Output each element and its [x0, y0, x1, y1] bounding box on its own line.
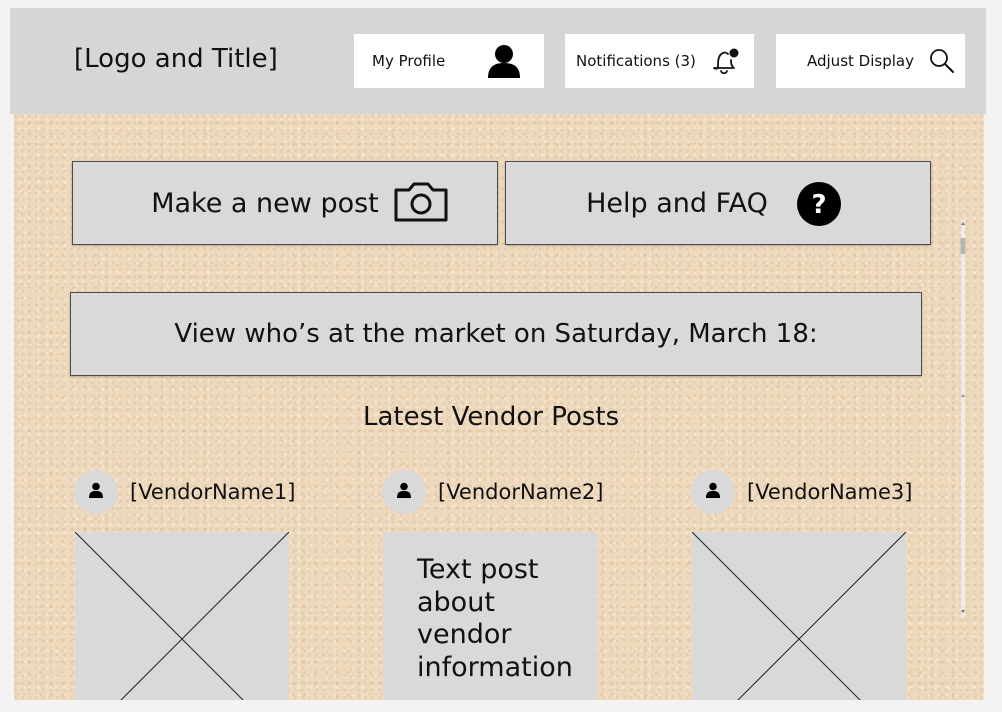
header-bar: [Logo and Title] My Profile Notification… — [10, 8, 986, 114]
help-faq-label: Help and FAQ — [586, 187, 768, 219]
notifications-label: Notifications (3) — [576, 52, 696, 70]
scrollbar[interactable] — [958, 220, 968, 618]
latest-posts-heading: Latest Vendor Posts — [363, 402, 620, 432]
vendor-image-placeholder[interactable] — [692, 532, 906, 700]
image-placeholder-icon — [692, 532, 906, 700]
market-attendance-label: View who’s at the market on Saturday, Ma… — [174, 319, 818, 349]
vendor-name: [VendorName2] — [438, 480, 604, 504]
vendor-image-placeholder[interactable] — [75, 532, 289, 700]
adjust-display-label: Adjust Display — [807, 52, 914, 70]
adjust-display-button[interactable]: Adjust Display — [776, 34, 965, 88]
svg-text:?: ? — [811, 190, 826, 220]
new-post-label: Make a new post — [151, 187, 379, 219]
market-attendance-button[interactable]: View who’s at the market on Saturday, Ma… — [70, 292, 922, 376]
avatar — [382, 470, 426, 514]
help-faq-button[interactable]: Help and FAQ ? — [505, 161, 931, 245]
avatar — [691, 470, 735, 514]
user-icon — [486, 44, 522, 82]
new-post-button[interactable]: Make a new post — [72, 161, 498, 245]
bell-icon — [709, 47, 741, 81]
avatar — [74, 470, 118, 514]
my-profile-button[interactable]: My Profile — [354, 34, 544, 88]
notifications-button[interactable]: Notifications (3) — [565, 34, 754, 88]
logo-title[interactable]: [Logo and Title] — [74, 44, 278, 74]
search-icon — [928, 47, 956, 79]
user-icon — [396, 482, 412, 502]
app-frame: [Logo and Title] My Profile Notification… — [10, 8, 986, 700]
vendor-header[interactable]: [VendorName1] — [74, 470, 295, 514]
image-placeholder-icon — [75, 532, 289, 700]
my-profile-label: My Profile — [372, 52, 446, 70]
question-circle-icon: ? — [796, 181, 842, 234]
vendor-header[interactable]: [VendorName2] — [382, 470, 603, 514]
vendor-text-post[interactable]: Text post about vendor information — [383, 532, 597, 700]
camera-icon — [393, 181, 449, 230]
user-icon — [705, 482, 721, 502]
vendor-name: [VendorName1] — [130, 480, 296, 504]
user-icon — [88, 482, 104, 502]
vendor-name: [VendorName3] — [747, 480, 913, 504]
vendor-header[interactable]: [VendorName3] — [691, 470, 912, 514]
